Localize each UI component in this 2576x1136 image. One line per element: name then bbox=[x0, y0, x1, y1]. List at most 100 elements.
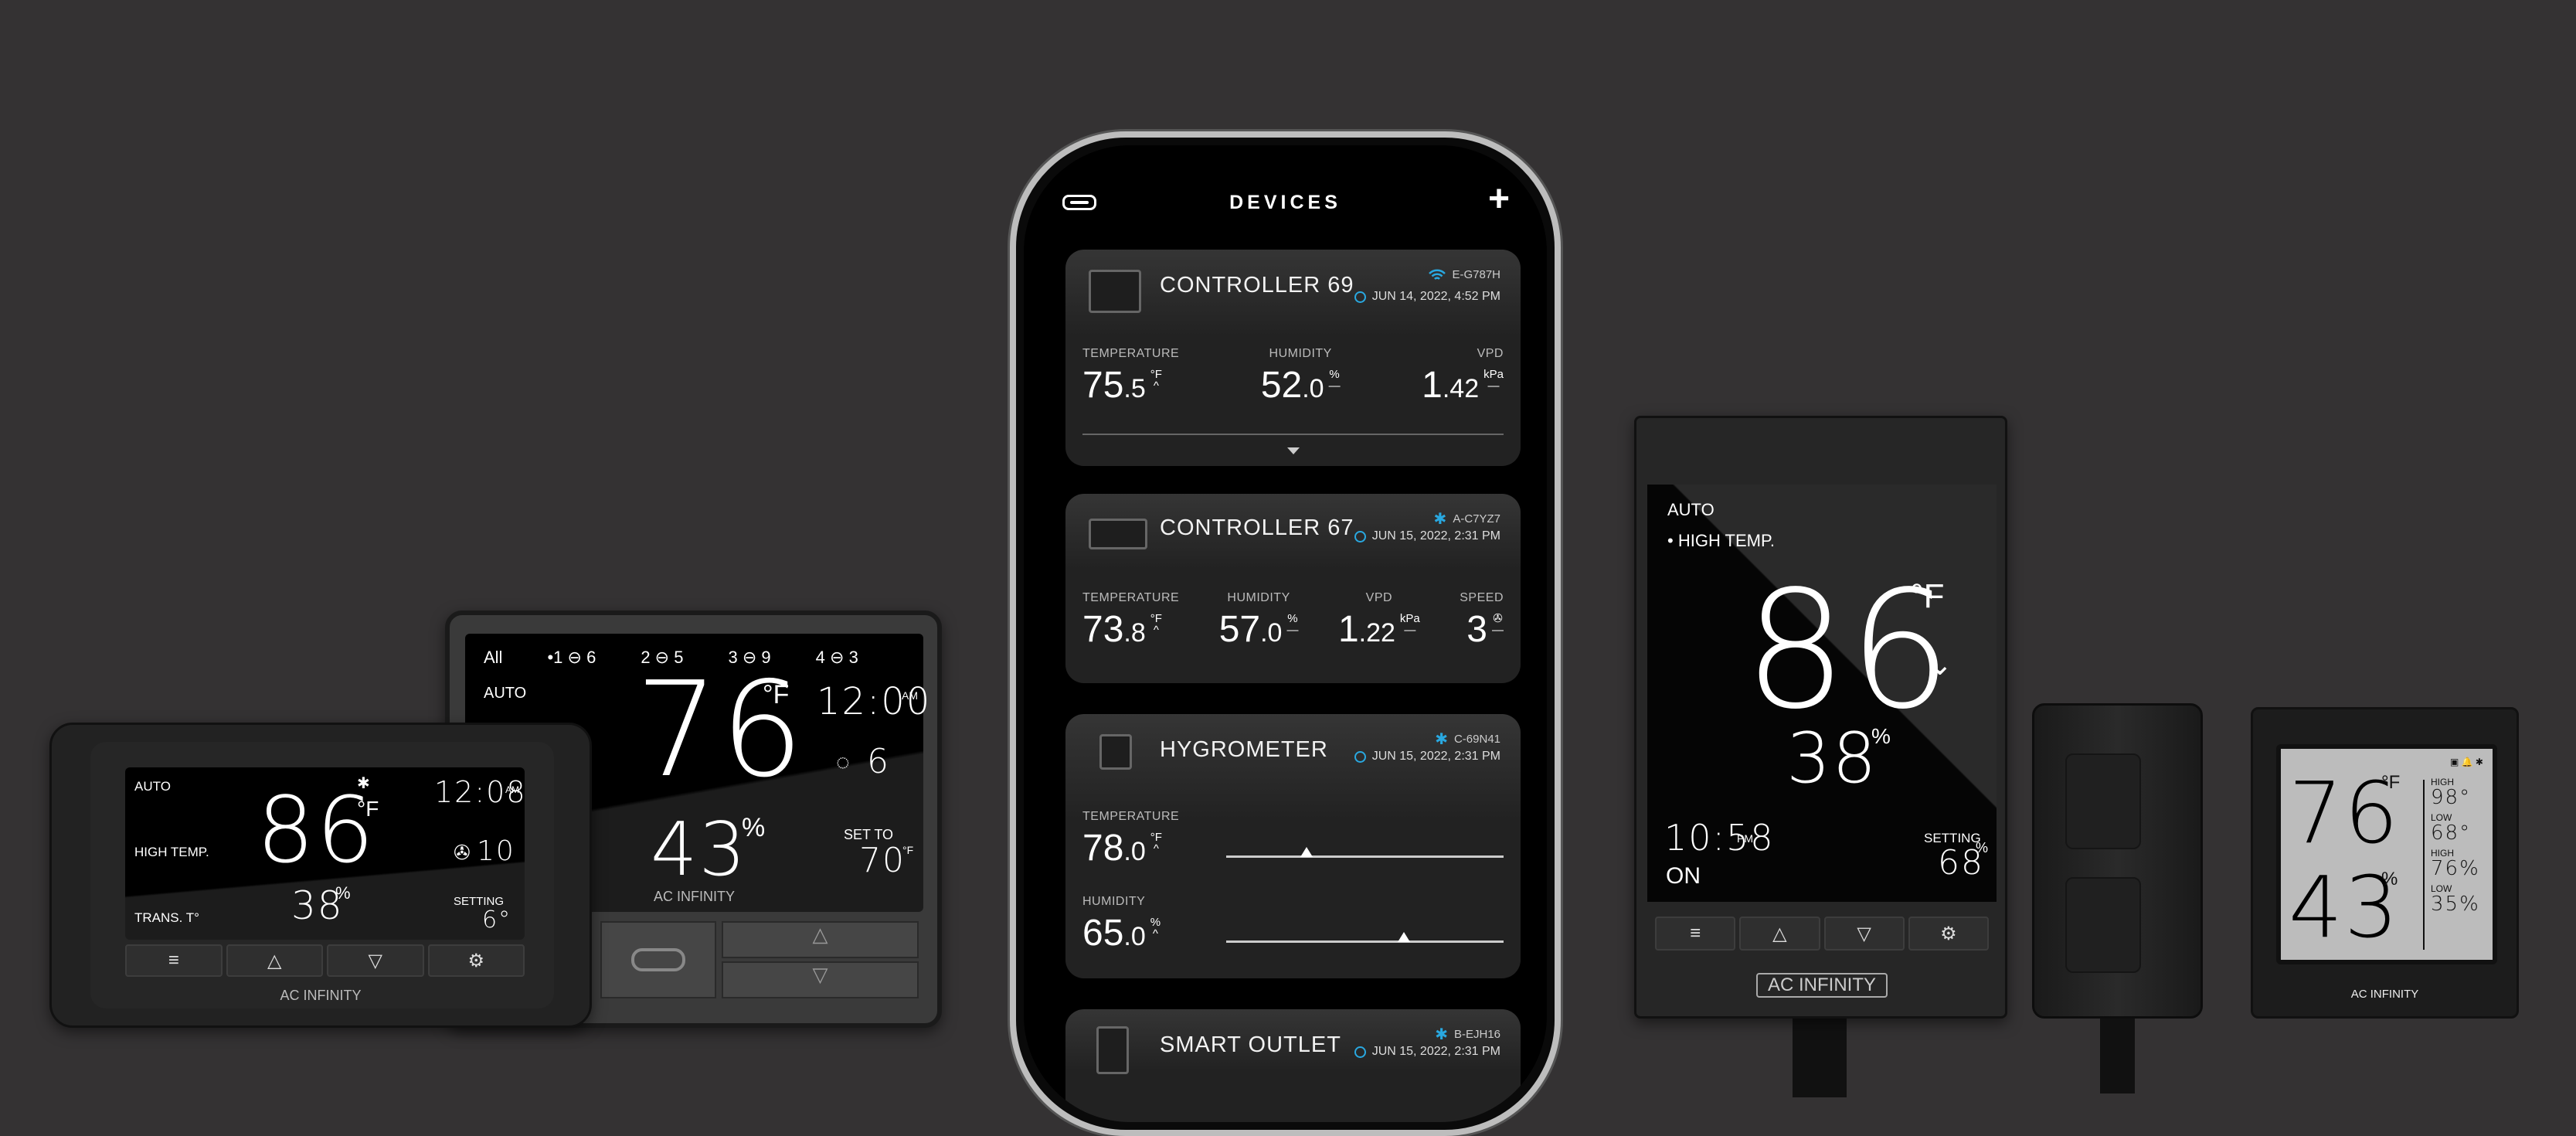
reading-unit: % bbox=[1329, 368, 1340, 381]
fan-speed: 10 bbox=[477, 835, 515, 867]
reading-unit: % bbox=[1150, 916, 1161, 929]
port-number: •1 bbox=[547, 648, 563, 667]
outlet-socket bbox=[2065, 753, 2141, 849]
date-text: JUN 15, 2022, 2:31 PM bbox=[1371, 750, 1500, 763]
reading-int: 57 bbox=[1218, 609, 1261, 650]
date-text: JUN 15, 2022, 2:31 PM bbox=[1371, 529, 1500, 542]
trend-down-icon: ⌄ bbox=[1927, 648, 1953, 682]
smart-outlet bbox=[2032, 703, 2203, 1019]
port-4[interactable]: 4 ⊖ 3 bbox=[816, 648, 858, 668]
reading-unit: °F bbox=[1150, 368, 1162, 381]
trend-icon: — bbox=[1404, 624, 1416, 637]
up-button[interactable]: △ bbox=[722, 921, 919, 958]
reading-int: 1 bbox=[1337, 609, 1359, 650]
clock-ampm: PM bbox=[1737, 832, 1753, 845]
set-to-value: 70 bbox=[859, 841, 906, 880]
divider bbox=[1082, 434, 1504, 435]
humidity-unit: % bbox=[2381, 869, 2398, 889]
menu-button[interactable]: ≡ bbox=[125, 944, 223, 977]
last-updated: JUN 15, 2022, 2:31 PM bbox=[1354, 529, 1500, 543]
status-icons: ▣ 🔔 ✱ bbox=[2449, 757, 2483, 767]
reading-humidity: HUMIDITY 65.0% ^ bbox=[1082, 895, 1161, 954]
reading-dec: .5 bbox=[1123, 374, 1146, 403]
device-name: CONTROLLER 69 bbox=[1160, 273, 1354, 298]
reading-label: TEMPERATURE bbox=[1082, 591, 1180, 604]
temperature-unit: °F bbox=[763, 680, 790, 709]
device-id: E-G787H bbox=[1429, 268, 1500, 281]
device-name: CONTROLLER 67 bbox=[1160, 515, 1354, 540]
reading-dec: .8 bbox=[1123, 618, 1146, 648]
controller-device-icon bbox=[1089, 270, 1141, 313]
down-button[interactable]: ▽ bbox=[1823, 917, 1905, 951]
device-card-controller-69[interactable]: CONTROLLER 69 E-G787H JUN 14, 2022, 4:52… bbox=[1065, 250, 1521, 466]
clock-time: 12:00 bbox=[817, 680, 932, 723]
device-card-smart-outlet[interactable]: SMART OUTLET ✱ B-EJH16 JUN 15, 2022, 2:31… bbox=[1065, 1009, 1521, 1122]
date-text: JUN 15, 2022, 2:31 PM bbox=[1371, 1045, 1500, 1058]
settings-button[interactable]: ⚙ bbox=[427, 944, 525, 977]
phone-screen: DEVICES + CONTROLLER 69 E-G787H JUN 14, … bbox=[1024, 145, 1547, 1122]
port-all[interactable]: All bbox=[484, 648, 502, 668]
reading-vpd: VPD 1.22 kPa — bbox=[1338, 591, 1420, 651]
port-value: 3 bbox=[848, 648, 858, 667]
status-ring-icon bbox=[1354, 291, 1366, 303]
sensor-label: TRANS. T° bbox=[134, 910, 199, 925]
brand-logo: AC INFINITY bbox=[2350, 988, 2419, 1001]
bluetooth-icon: ✱ bbox=[1435, 731, 1448, 748]
stat-value: 35% bbox=[2431, 893, 2480, 916]
hygrometer: ▣ 🔔 ✱ 76 °F 43 % HIGH 98° LOW 68° HIGH 76% … bbox=[2251, 707, 2519, 1019]
reading-label: VPD bbox=[1477, 347, 1504, 360]
power-state: ON bbox=[1666, 863, 1701, 889]
humidity-value: 43 bbox=[651, 808, 747, 893]
set-to-unit: °F bbox=[902, 844, 914, 856]
controller-buttons: ≡ △ ▽ ⚙ bbox=[125, 944, 525, 977]
device-card-controller-67[interactable]: CONTROLLER 67 ✱ A-C7YZ7 JUN 15, 2022, 2:3… bbox=[1065, 494, 1521, 683]
mode-label: AUTO bbox=[1667, 500, 1715, 519]
expand-caret-icon[interactable] bbox=[1286, 447, 1300, 454]
device-id-text: A-C7YZ7 bbox=[1453, 512, 1500, 525]
reading-label: HUMIDITY bbox=[1269, 347, 1332, 360]
device-name: HYGROMETER bbox=[1160, 737, 1328, 762]
plus-icon[interactable]: + bbox=[1488, 181, 1510, 218]
down-button[interactable]: ▽ bbox=[327, 944, 424, 977]
mode-label: AUTO bbox=[134, 779, 171, 794]
device-id: ✱ B-EJH16 bbox=[1435, 1025, 1500, 1044]
power-cord bbox=[1793, 1012, 1847, 1097]
clock-time: 10:58 bbox=[1664, 817, 1775, 859]
readings-row: TEMPERATURE 73.8 °F ^ HUMIDITY 57.0% — VPD 1.2… bbox=[1082, 591, 1504, 651]
port-number: 4 bbox=[815, 648, 825, 667]
port-link-button[interactable] bbox=[600, 921, 716, 998]
last-updated: JUN 14, 2022, 4:52 PM bbox=[1354, 290, 1500, 304]
down-button[interactable]: ▽ bbox=[722, 961, 919, 998]
reading-int: 3 bbox=[1466, 609, 1487, 650]
port-1[interactable]: •1 ⊖ 6 bbox=[547, 648, 596, 668]
up-button[interactable]: △ bbox=[226, 944, 323, 977]
reading-unit: % bbox=[1287, 612, 1298, 625]
reading-speed: SPEED 3 ✇ — bbox=[1460, 591, 1504, 651]
controller-buttons: ≡ △ ▽ ⚙ bbox=[1655, 917, 1989, 951]
settings-button[interactable]: ⚙ bbox=[1908, 917, 1989, 951]
humidity-unit: % bbox=[335, 883, 351, 903]
reading-unit: °F bbox=[1150, 831, 1162, 844]
link-icon bbox=[631, 948, 685, 971]
trend-icon: ^ bbox=[1153, 624, 1159, 637]
last-updated: JUN 15, 2022, 2:31 PM bbox=[1354, 750, 1500, 764]
trend-icon: ^ bbox=[1152, 927, 1158, 940]
trend-icon: — bbox=[1487, 379, 1500, 393]
temperature-marker bbox=[1300, 847, 1313, 857]
bluetooth-icon: ✱ bbox=[1433, 511, 1447, 528]
status-label: HIGH TEMP. bbox=[134, 845, 209, 859]
temperature-range-slider bbox=[1226, 847, 1504, 858]
device-id-text: B-EJH16 bbox=[1453, 1028, 1500, 1041]
humidity-range-slider bbox=[1226, 932, 1504, 943]
outlet-device-icon bbox=[1096, 1026, 1129, 1074]
up-button[interactable]: △ bbox=[1739, 917, 1820, 951]
controller-small-screen: AUTO HIGH TEMP. TRANS. T° ✱ 86 °F 12:08 … bbox=[125, 767, 525, 940]
reading-label: TEMPERATURE bbox=[1082, 347, 1180, 360]
reading-int: 65 bbox=[1082, 913, 1124, 954]
device-card-hygrometer[interactable]: HYGROMETER ✱ C-69N41 JUN 15, 2022, 2:31 P… bbox=[1065, 714, 1521, 978]
page-title: DEVICES bbox=[1229, 192, 1341, 213]
reading-int: 75 bbox=[1082, 365, 1124, 406]
stat-value: 68° bbox=[2431, 821, 2472, 845]
menu-button[interactable]: ≡ bbox=[1655, 917, 1736, 951]
trend-icon: ^ bbox=[1153, 842, 1159, 855]
